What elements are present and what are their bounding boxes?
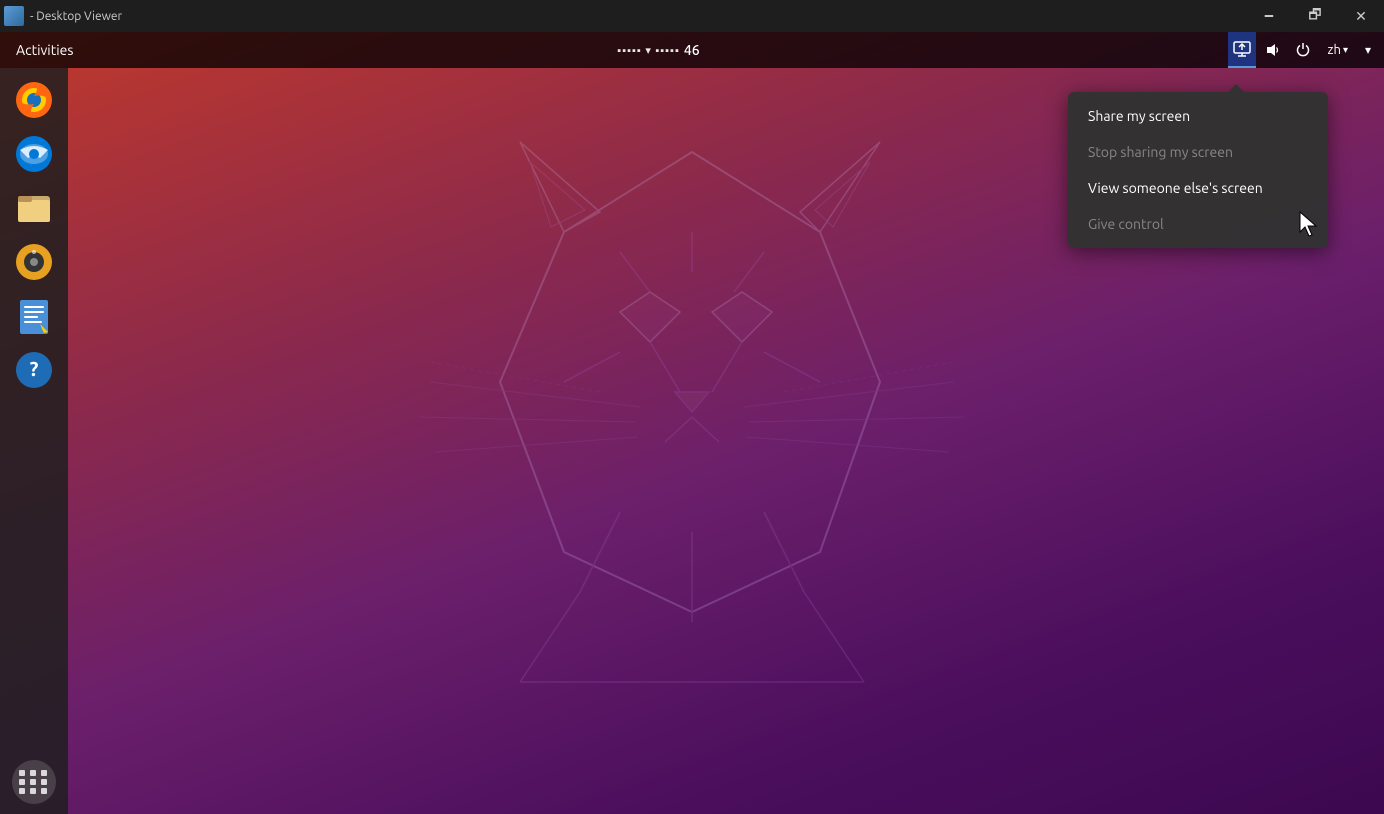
system-menu-button[interactable]: ▾ (1360, 32, 1376, 68)
minimize-button[interactable]: 🗕 (1246, 0, 1292, 32)
power-icon (1295, 42, 1311, 58)
volume-button[interactable] (1260, 32, 1286, 68)
help-icon: ? (12, 348, 56, 392)
clock-area: ▪▪▪▪▪ ▾ ▪▪▪▪▪ 46 (617, 42, 699, 58)
firefox-icon (12, 78, 56, 122)
writer-icon (12, 294, 56, 338)
dock-help[interactable]: ? (10, 346, 58, 394)
title-bar: - Desktop Viewer 🗕 🗗 ✕ (0, 0, 1384, 32)
maximize-button[interactable]: 🗗 (1292, 0, 1338, 32)
grid-dots-icon (19, 770, 49, 794)
dock-rhythmbox[interactable] (10, 238, 58, 286)
svg-text:?: ? (30, 357, 39, 380)
dock-thunderbird[interactable] (10, 130, 58, 178)
dock-firefox[interactable] (10, 76, 58, 124)
activities-button[interactable]: Activities (0, 32, 89, 68)
system-menu-arrow: ▾ (1365, 43, 1371, 57)
screen-share-icon (1233, 41, 1251, 57)
dock-writer[interactable] (10, 292, 58, 340)
give-control-item: Give control (1068, 206, 1328, 242)
files-icon (12, 186, 56, 230)
dock: ? (0, 68, 68, 814)
app-icon (4, 6, 24, 26)
screen-share-button[interactable] (1228, 32, 1256, 68)
network-speed-indicator: ▪▪▪▪▪ ▾ ▪▪▪▪▪ (617, 44, 680, 57)
share-my-screen-item[interactable]: Share my screen (1068, 98, 1328, 134)
title-bar-text: - Desktop Viewer (30, 10, 1246, 23)
show-apps-button[interactable] (12, 760, 56, 804)
screen-share-menu: Share my screen Stop sharing my screen V… (1068, 92, 1328, 248)
close-button[interactable]: ✕ (1338, 0, 1384, 32)
power-button[interactable] (1290, 32, 1316, 68)
title-bar-controls: 🗕 🗗 ✕ (1246, 0, 1384, 32)
topbar-right: zh ▾ ▾ (1228, 32, 1384, 68)
clock[interactable]: 46 (684, 42, 700, 58)
volume-icon (1265, 42, 1281, 58)
thunderbird-icon (12, 132, 56, 176)
language-button[interactable]: zh ▾ (1320, 32, 1356, 68)
topbar-center: ▪▪▪▪▪ ▾ ▪▪▪▪▪ 46 (89, 42, 1227, 58)
desktop: Activities ▪▪▪▪▪ ▾ ▪▪▪▪▪ 46 (0, 32, 1384, 814)
stop-sharing-item: Stop sharing my screen (1068, 134, 1328, 170)
rhythmbox-icon (12, 240, 56, 284)
dock-files[interactable] (10, 184, 58, 232)
gnome-topbar: Activities ▪▪▪▪▪ ▾ ▪▪▪▪▪ 46 (0, 32, 1384, 68)
view-someone-screen-item[interactable]: View someone else's screen (1068, 170, 1328, 206)
